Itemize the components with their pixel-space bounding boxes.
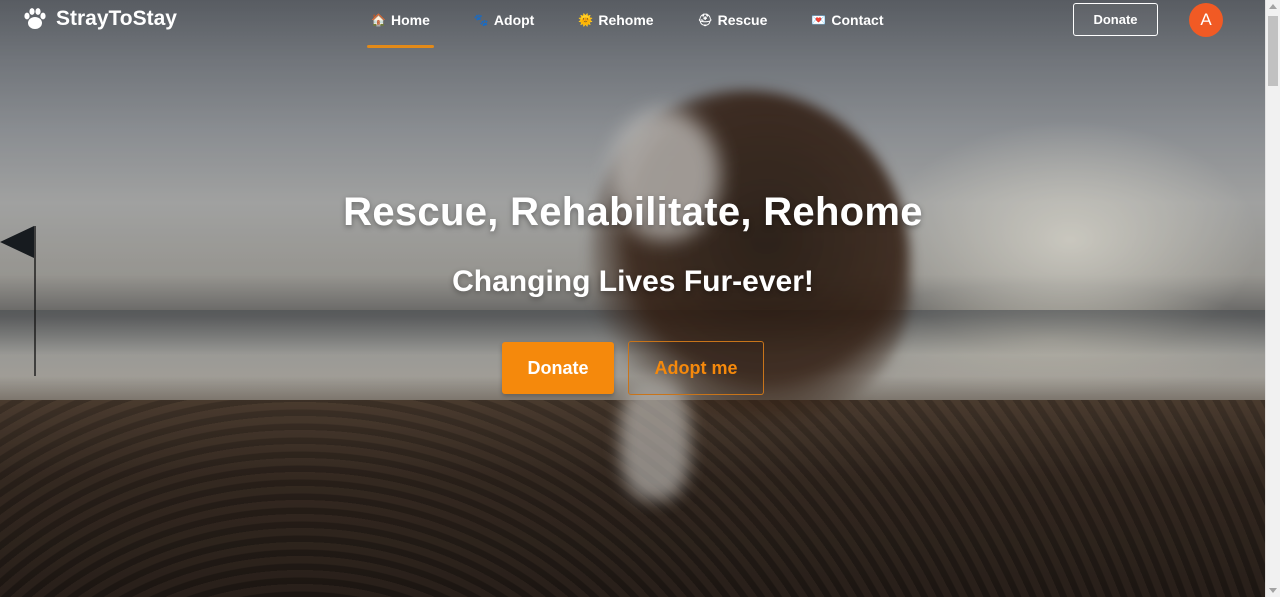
paw-icon <box>22 6 48 32</box>
paw-prints-icon: 🐾 <box>473 13 489 27</box>
hero-donate-button[interactable]: Donate <box>502 342 614 394</box>
nav-donate-button[interactable]: Donate <box>1073 3 1158 36</box>
nav-item-label: Rehome <box>598 12 654 28</box>
brand-name: StrayToStay <box>56 7 177 30</box>
sun-icon: 🌞 <box>578 13 594 27</box>
hero-title: Rescue, Rehabilitate, Rehome <box>343 190 923 234</box>
hero-adopt-button[interactable]: Adopt me <box>628 341 764 395</box>
scroll-down-arrow-icon[interactable] <box>1269 588 1277 593</box>
rescue-helmet-icon: ⛑ <box>697 13 713 27</box>
hero-subtitle: Changing Lives Fur-ever! <box>452 265 814 298</box>
nav-item-label: Home <box>391 12 430 28</box>
page: StrayToStay 🏠 Home 🐾 Adopt 🌞 Rehome ⛑ Re… <box>0 0 1280 597</box>
user-avatar[interactable]: A <box>1189 3 1223 37</box>
nav-item-label: Adopt <box>493 12 535 28</box>
nav-item-label: Contact <box>831 12 884 28</box>
nav-item-home[interactable]: 🏠 Home <box>360 0 441 48</box>
nav-item-rescue[interactable]: ⛑ Rescue <box>687 0 779 40</box>
scrollbar-thumb[interactable] <box>1268 16 1278 86</box>
nav-links: 🏠 Home 🐾 Adopt 🌞 Rehome ⛑ Rescue 💌 Conta… <box>360 0 917 48</box>
navbar: StrayToStay 🏠 Home 🐾 Adopt 🌞 Rehome ⛑ Re… <box>0 0 1266 50</box>
brand-link[interactable]: StrayToStay <box>22 6 177 32</box>
vertical-scrollbar[interactable] <box>1265 0 1280 597</box>
nav-item-contact[interactable]: 💌 Contact <box>800 0 894 40</box>
nav-item-rehome[interactable]: 🌞 Rehome <box>567 0 664 40</box>
scroll-up-arrow-icon[interactable] <box>1269 4 1277 9</box>
house-icon: 🏠 <box>371 13 386 27</box>
nav-item-adopt[interactable]: 🐾 Adopt <box>463 0 545 40</box>
nav-item-label: Rescue <box>717 12 768 28</box>
love-letter-icon: 💌 <box>811 13 827 27</box>
